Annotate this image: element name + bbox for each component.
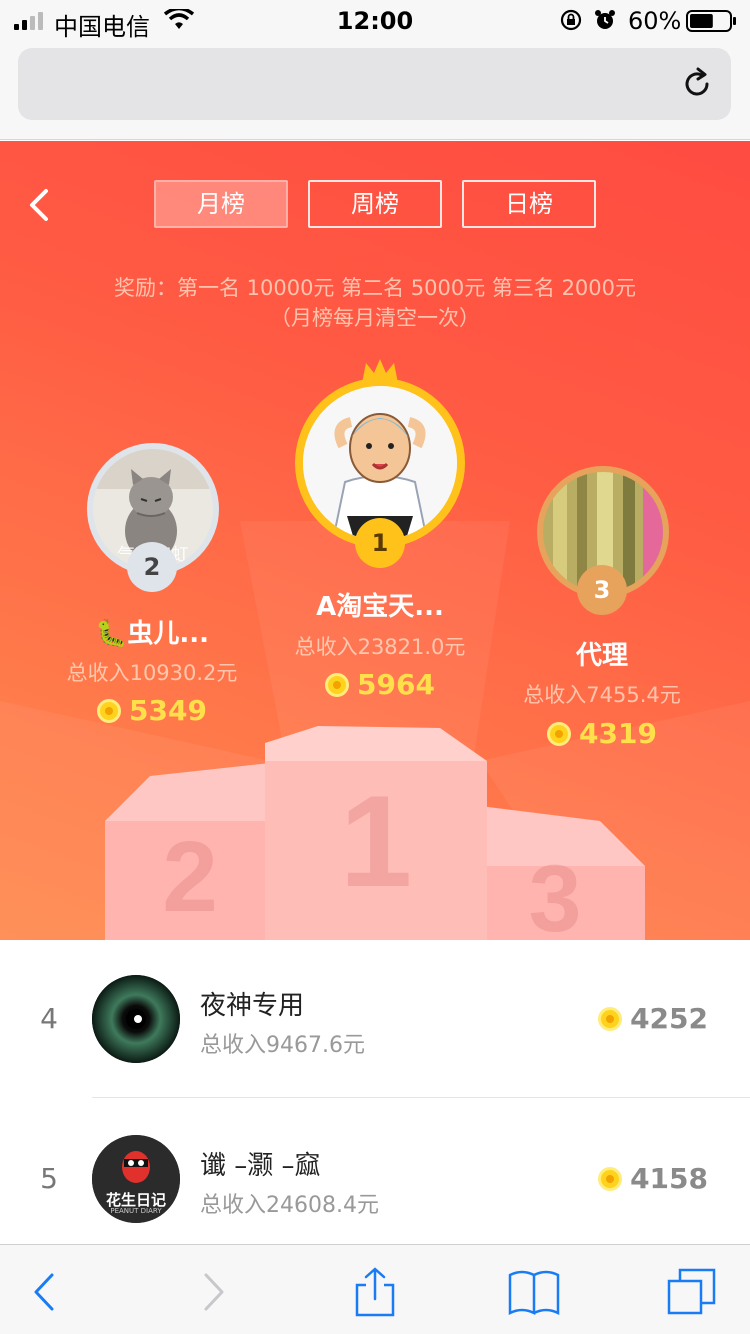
list-rank: 5 bbox=[40, 1162, 58, 1195]
forward-arrow-icon[interactable] bbox=[186, 1267, 238, 1317]
third-place-name: 代理 bbox=[575, 641, 628, 671]
back-arrow-icon[interactable] bbox=[20, 1267, 72, 1317]
rank-badge-first: 1 bbox=[355, 518, 405, 568]
url-field[interactable] bbox=[18, 48, 731, 120]
first-place-coins: 5964 bbox=[270, 668, 490, 701]
leaderboard-hero: 月榜 周榜 日榜 奖励：第一名 10000元 第二名 5000元 第三名 200… bbox=[0, 141, 750, 940]
status-bar: 中国电信 12:00 60% bbox=[0, 0, 750, 41]
cartoon-monk-image bbox=[303, 386, 457, 540]
svg-text:1: 1 bbox=[340, 768, 412, 914]
rank-badge-second: 2 bbox=[127, 542, 177, 592]
battery-percent: 60% bbox=[628, 7, 682, 35]
tabs-icon[interactable] bbox=[666, 1267, 718, 1317]
first-place-income: 总收入23821.0元 bbox=[294, 635, 466, 659]
first-place-name: A淘宝天... bbox=[316, 592, 444, 622]
coin-icon bbox=[97, 699, 122, 723]
rank-badge-third: 3 bbox=[577, 565, 627, 615]
list-avatar: 花生日记 PEANUT DIARY bbox=[92, 1135, 180, 1223]
browser-toolbar bbox=[0, 1244, 750, 1334]
second-place-income: 总收入10930.2元 bbox=[66, 661, 238, 685]
list-name: 谶 –灏 –窳 bbox=[200, 1151, 321, 1181]
coin-icon bbox=[598, 1007, 623, 1031]
row-divider bbox=[92, 1097, 750, 1098]
browser-address-bar bbox=[0, 40, 750, 140]
list-coins: 4158 bbox=[598, 1162, 708, 1195]
svg-text:2: 2 bbox=[162, 821, 218, 933]
battery-icon bbox=[686, 10, 736, 32]
svg-text:3: 3 bbox=[529, 846, 582, 940]
list-coin-value: 4158 bbox=[630, 1162, 708, 1195]
list-avatar bbox=[92, 975, 180, 1063]
avatar-logo-subtext: PEANUT DIARY bbox=[110, 1207, 162, 1215]
list-income: 总收入24608.4元 bbox=[200, 1193, 379, 1218]
second-place-name: 🐛虫儿... bbox=[94, 619, 209, 649]
third-place-coin-value: 4319 bbox=[579, 717, 657, 750]
rotation-lock-icon bbox=[560, 9, 582, 31]
bookmarks-icon[interactable] bbox=[508, 1267, 560, 1317]
list-income: 总收入9467.6元 bbox=[200, 1033, 365, 1058]
coin-icon bbox=[547, 722, 572, 746]
third-place-income: 总收入7455.4元 bbox=[523, 683, 681, 707]
list-rank: 4 bbox=[40, 1002, 58, 1035]
alarm-icon bbox=[595, 10, 615, 29]
second-place-coin-value: 5349 bbox=[129, 694, 207, 727]
first-place-coin-value: 5964 bbox=[357, 668, 435, 701]
third-place-coins: 4319 bbox=[492, 717, 712, 750]
reload-icon[interactable] bbox=[679, 66, 715, 102]
list-name: 夜神专用 bbox=[200, 991, 305, 1021]
second-place-coins: 5349 bbox=[42, 694, 262, 727]
galaxy-apple-image bbox=[92, 975, 180, 1063]
share-icon[interactable] bbox=[349, 1267, 401, 1317]
coin-icon bbox=[325, 673, 350, 697]
list-item[interactable]: 4 夜神专用 总收入9467.6元 4252 bbox=[0, 940, 750, 1100]
list-item[interactable]: 5 花生日记 PEANUT DIARY 谶 –灏 –窳 总收入24608.4元 … bbox=[0, 1100, 750, 1260]
list-coin-value: 4252 bbox=[630, 1002, 708, 1035]
coin-icon bbox=[598, 1167, 623, 1191]
list-coins: 4252 bbox=[598, 1002, 708, 1035]
